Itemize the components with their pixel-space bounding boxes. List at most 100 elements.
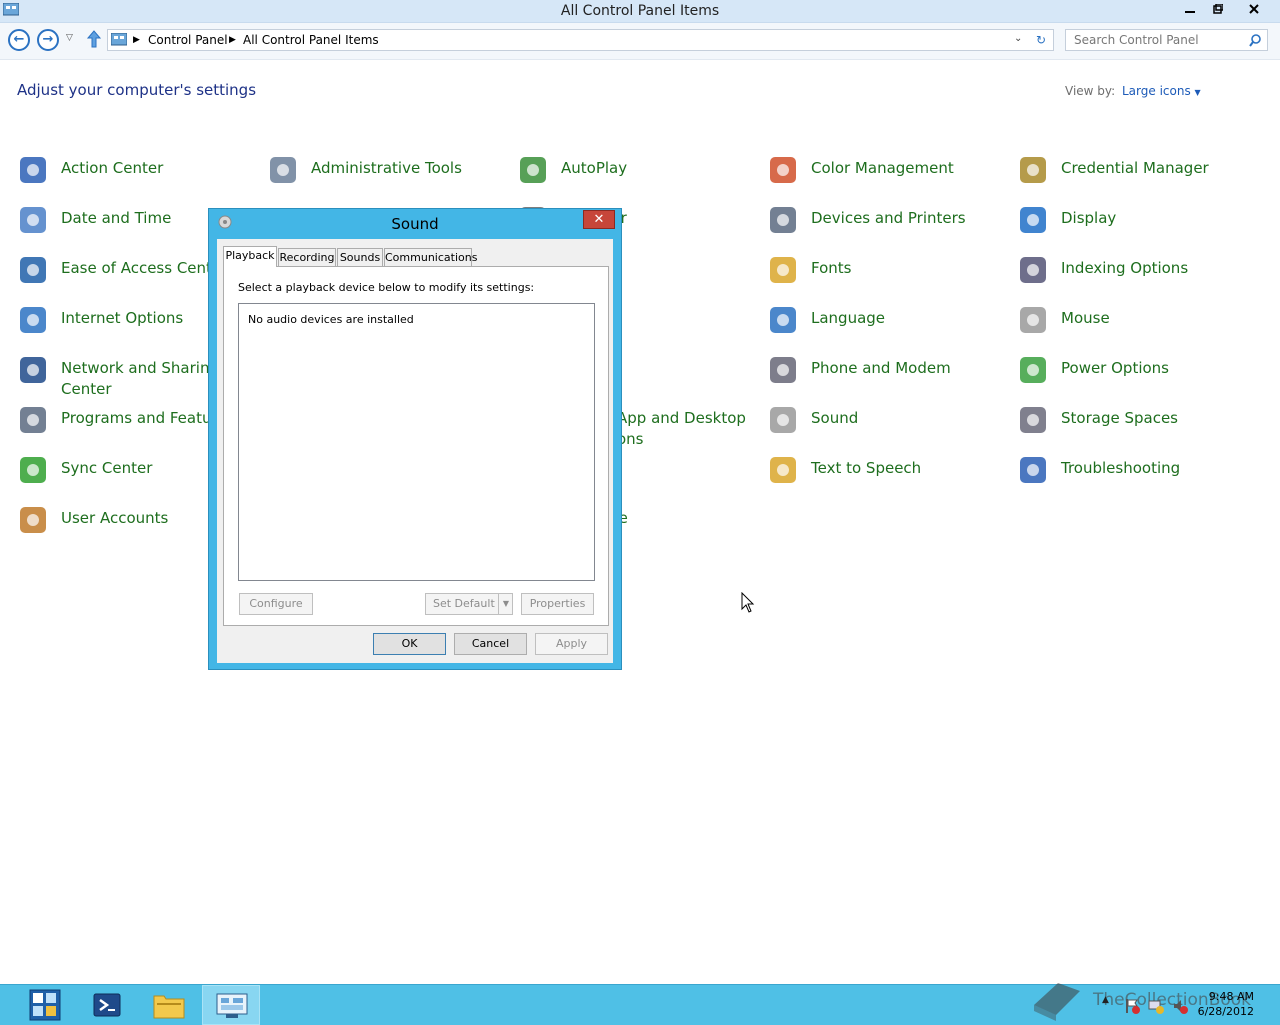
up-button[interactable] [86, 29, 102, 52]
clock-date: 6/28/2012 [1197, 1005, 1254, 1018]
taskbar-clock[interactable]: 9:48 AM 6/28/2012 [1194, 989, 1254, 1019]
address-dropdown-button[interactable]: ⌄ [1014, 33, 1022, 44]
minimize-button[interactable] [1176, 0, 1204, 20]
calendar-clock-icon [20, 207, 46, 233]
control-panel-item[interactable]: Sound [767, 404, 1007, 448]
control-panel-item-label: Fonts [811, 259, 852, 277]
control-panel-item[interactable]: Display [1017, 204, 1257, 248]
control-panel-icon [111, 33, 127, 46]
page-title: Adjust your computer's settings [17, 81, 257, 99]
book-watermark-icon [1034, 983, 1080, 1021]
cancel-button[interactable]: Cancel [454, 633, 527, 655]
restore-button[interactable] [1204, 0, 1232, 20]
view-by-dropdown[interactable]: Large icons ▼ [1122, 84, 1201, 98]
control-panel-item[interactable]: Fonts [767, 254, 1007, 298]
troubleshoot-icon [1020, 457, 1046, 483]
close-window-button[interactable] [1240, 0, 1268, 20]
action-center-tray-icon[interactable] [1124, 998, 1140, 1014]
chevron-right-icon: ▶ [229, 35, 236, 45]
network-icon [20, 357, 46, 383]
control-panel-item-label: Display [1061, 209, 1117, 227]
globe-icon [20, 307, 46, 333]
control-panel-item-label: Sound [811, 409, 859, 427]
control-panel-item[interactable]: Indexing Options [1017, 254, 1257, 298]
set-default-label: Set Default [433, 597, 495, 610]
tab-label: Playback [225, 249, 275, 262]
control-panel-item[interactable]: Phone and Modem [767, 354, 1007, 398]
breadcrumb-all-items[interactable]: All Control Panel Items [243, 33, 379, 47]
printer-icon [770, 207, 796, 233]
control-panel-item[interactable]: Mouse [1017, 304, 1257, 348]
control-panel-item[interactable]: Power Options [1017, 354, 1257, 398]
show-hidden-icons-button[interactable]: ▲ [1102, 995, 1109, 1005]
address-bar[interactable]: ▶ Control Panel ▶ All Control Panel Item… [107, 29, 1054, 51]
control-panel-item[interactable]: AutoPlay [517, 154, 757, 198]
powershell-icon [93, 993, 121, 1017]
control-panel-item-label: Troubleshooting [1061, 459, 1181, 477]
close-icon: ✕ [593, 212, 605, 227]
navigation-bar: ← → ▽ ▶ Control Panel ▶ All Control Pane… [0, 23, 1280, 60]
window-title: All Control Panel Items [560, 3, 720, 19]
arrow-up-icon [86, 30, 102, 48]
dialog-close-button[interactable]: ✕ [583, 210, 615, 229]
storage-icon [1020, 407, 1046, 433]
control-panel-item-label: Power Options [1061, 359, 1169, 377]
file-explorer-button[interactable] [140, 985, 198, 1025]
tab-label: Recording [279, 251, 335, 264]
taskbar: TheCollectionBook ▲ 9:48 AM 6/28/2012 [0, 983, 1280, 1025]
apply-button[interactable]: Apply [535, 633, 608, 655]
control-panel-item[interactable]: Color Management [767, 154, 1007, 198]
configure-button[interactable]: Configure [239, 593, 313, 615]
search-input[interactable]: Search Control Panel [1065, 29, 1268, 51]
arrow-right-icon: → [42, 32, 54, 47]
network-tray-icon[interactable] [1148, 998, 1164, 1014]
control-panel-item[interactable]: Devices and Printers [767, 204, 1007, 248]
server-manager-button[interactable] [16, 985, 74, 1025]
tab-sounds[interactable]: Sounds [337, 248, 383, 266]
control-panel-item-label: Credential Manager [1061, 159, 1209, 177]
language-icon [770, 307, 796, 333]
control-panel-item-label: Text to Speech [811, 459, 922, 477]
control-panel-item-label: Devices and Printers [811, 209, 966, 227]
chevron-right-icon: ▶ [133, 35, 140, 45]
control-panel-item[interactable]: Language [767, 304, 1007, 348]
control-panel-item-label: App and Desktop ons [617, 409, 746, 448]
forward-button[interactable]: → [37, 29, 59, 51]
empty-device-message: No audio devices are installed [248, 313, 414, 326]
view-by-label: View by: [1065, 84, 1116, 98]
control-panel-item[interactable]: Action Center [17, 154, 257, 198]
playback-device-list[interactable]: No audio devices are installed [238, 303, 595, 581]
back-button[interactable]: ← [8, 29, 30, 51]
control-panel-icon [216, 993, 248, 1018]
control-panel-item-label: Color Management [811, 159, 954, 177]
tab-recording[interactable]: Recording [278, 248, 336, 266]
playback-tab-panel: Select a playback device below to modify… [223, 266, 609, 626]
control-panel-item-label: Storage Spaces [1061, 409, 1178, 427]
recent-locations-button[interactable]: ▽ [66, 33, 73, 43]
minimize-icon [1185, 11, 1195, 13]
control-panel-item[interactable]: Credential Manager [1017, 154, 1257, 198]
control-panel-item[interactable]: Text to Speech [767, 454, 1007, 498]
close-icon [1249, 4, 1259, 14]
breadcrumb-control-panel[interactable]: Control Panel [148, 33, 228, 47]
control-panel-item[interactable]: Administrative Tools [267, 154, 507, 198]
properties-button[interactable]: Properties [521, 593, 594, 615]
ok-button[interactable]: OK [373, 633, 446, 655]
volume-tray-icon[interactable] [1172, 998, 1188, 1014]
window-title-bar[interactable]: All Control Panel Items [0, 0, 1280, 23]
control-panel-taskbar-button[interactable] [202, 985, 260, 1025]
powershell-button[interactable] [78, 985, 136, 1025]
control-panel-item[interactable]: Storage Spaces [1017, 404, 1257, 448]
control-panel-item-label: Indexing Options [1061, 259, 1189, 277]
search-icon[interactable] [1249, 34, 1262, 47]
tab-playback[interactable]: Playback [223, 246, 277, 267]
refresh-button[interactable]: ↻ [1036, 33, 1046, 47]
control-panel-item[interactable]: Troubleshooting [1017, 454, 1257, 498]
control-panel-item-label: Language [811, 309, 886, 327]
tab-communications[interactable]: Communications [384, 248, 477, 266]
server-manager-icon [29, 989, 61, 1021]
color-management-icon [770, 157, 796, 183]
set-default-button[interactable]: Set Default ▼ [425, 593, 513, 615]
battery-icon [1020, 357, 1046, 383]
magnifier-icon [1020, 257, 1046, 283]
